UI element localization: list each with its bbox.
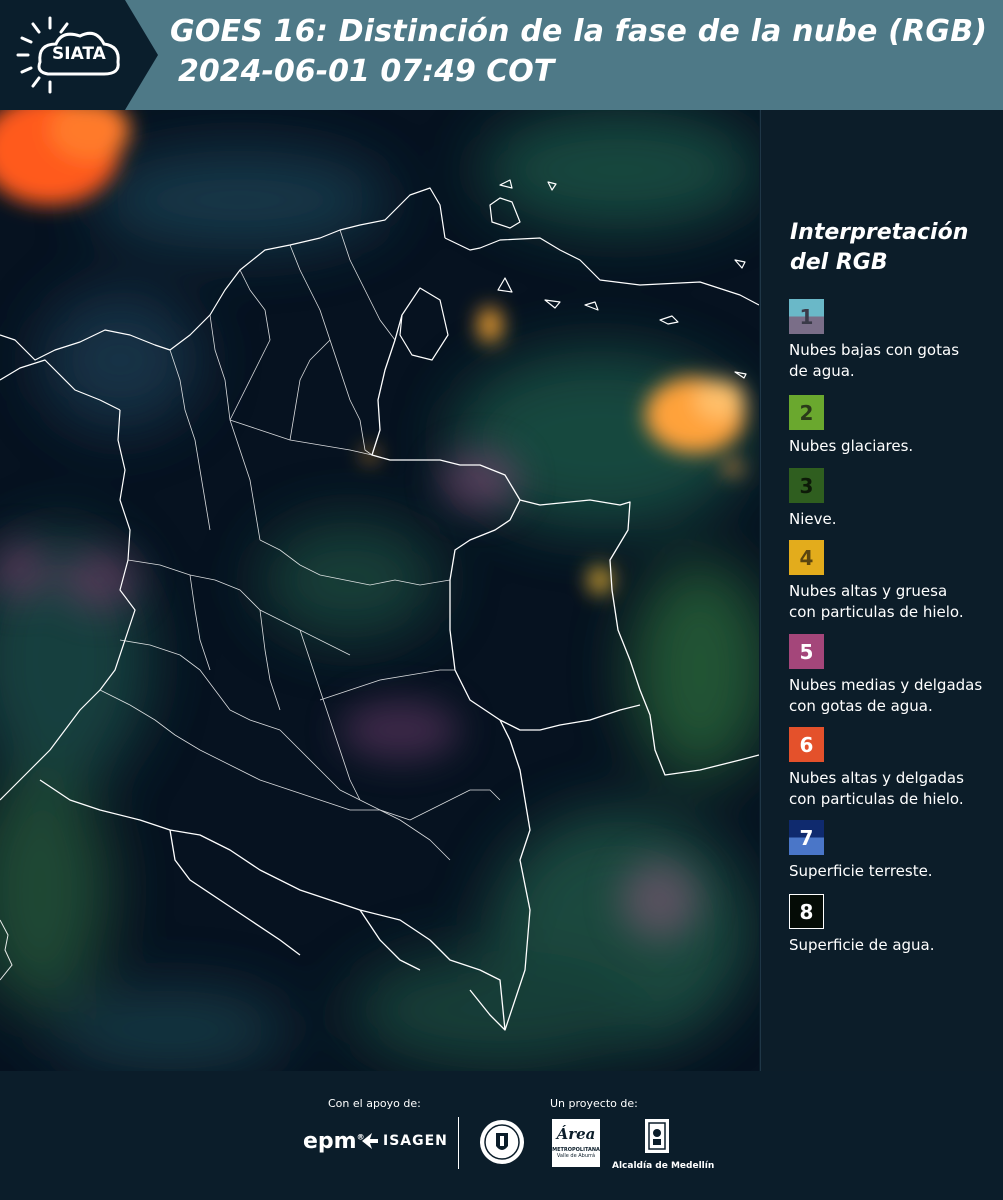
legend-number: 8: [799, 899, 814, 924]
legend-title: Interpretación del RGB: [790, 218, 1000, 278]
area-metropolitana-logo: Área METROPOLITANA Valle de Aburrá: [552, 1119, 600, 1167]
legend-label: Nubes medias y delgadas con gotas de agu…: [789, 676, 983, 715]
legend-number: 2: [799, 400, 814, 425]
satellite-map[interactable]: [0, 110, 759, 1071]
timestamp: 2024-06-01 07:49 COT: [178, 54, 555, 89]
legend-item-1: 1 Nubes bajas con gotas de agua.: [789, 299, 999, 382]
legend-swatch-2: 2: [789, 395, 824, 430]
legend-swatch-1: 1: [789, 299, 824, 334]
project-caption: Un proyecto de:: [550, 1097, 638, 1110]
legend-title-line1: Interpretación: [790, 220, 969, 245]
legend-swatch-8: 8: [789, 894, 824, 929]
legend-number: 4: [799, 545, 814, 570]
epm-logo: epm®: [303, 1129, 365, 1154]
isagen-logo-text: ISAGEN: [383, 1133, 448, 1149]
legend-item-8: 8 Superficie de agua.: [789, 894, 999, 956]
legend-label: Superficie de agua.: [789, 936, 935, 954]
legend-label: Nieve.: [789, 510, 837, 528]
legend-panel: Interpretación del RGB 1 Nubes bajas con…: [760, 110, 1003, 1071]
legend-swatch-4: 4: [789, 540, 824, 575]
legend-swatch-5: 5: [789, 634, 824, 669]
legend-item-5: 5 Nubes medias y delgadas con gotas de a…: [789, 634, 999, 717]
logo-text: SIATA: [52, 44, 106, 64]
header-bar: SIATA GOES 16: Distinción de la fase de …: [0, 0, 1003, 110]
area-logo-text: Área: [556, 1125, 596, 1143]
legend-label: Nubes altas y gruesa con particulas de h…: [789, 582, 964, 621]
siata-logo: SIATA: [0, 0, 160, 110]
legend-swatch-3: 3: [789, 468, 824, 503]
footer-divider: [458, 1117, 459, 1169]
alcaldia-logo-text: Alcaldía de Medellín: [612, 1161, 715, 1171]
area-logo-subtext-2: Valle de Aburrá: [556, 1153, 596, 1159]
epm-logo-text: epm: [303, 1129, 357, 1154]
legend-item-6: 6 Nubes altas y delgadas con particulas …: [789, 727, 999, 810]
support-caption: Con el apoyo de:: [328, 1097, 421, 1110]
legend-number: 5: [799, 639, 814, 664]
legend-number: 7: [799, 825, 814, 850]
legend-number: 3: [799, 473, 814, 498]
legend-label: Nubes glaciares.: [789, 437, 914, 455]
alcaldia-logo: Alcaldía de Medellín: [612, 1117, 715, 1171]
legend-swatch-6: 6: [789, 727, 824, 762]
page-title: GOES 16: Distinción de la fase de la nub…: [170, 14, 988, 49]
legend-title-line2: del RGB: [790, 250, 888, 275]
university-seal-logo: [478, 1118, 526, 1170]
legend-label: Nubes altas y delgadas con particulas de…: [789, 769, 964, 808]
legend-item-2: 2 Nubes glaciares.: [789, 395, 999, 457]
legend-swatch-7: 7: [789, 820, 824, 855]
footer: Con el apoyo de: Un proyecto de: epm® IS…: [0, 1071, 1003, 1200]
legend-number: 6: [799, 732, 814, 757]
isagen-logo: ISAGEN: [360, 1131, 448, 1151]
isagen-arrow-icon: [362, 1133, 378, 1149]
legend-item-4: 4 Nubes altas y gruesa con particulas de…: [789, 540, 999, 623]
medellin-shield-icon: [645, 1119, 669, 1153]
legend-item-3: 3 Nieve.: [789, 468, 999, 530]
legend-number: 1: [799, 304, 814, 329]
legend-label: Nubes bajas con gotas de agua.: [789, 341, 960, 380]
legend-label: Superficie terreste.: [789, 862, 933, 880]
legend-item-7: 7 Superficie terreste.: [789, 820, 999, 882]
